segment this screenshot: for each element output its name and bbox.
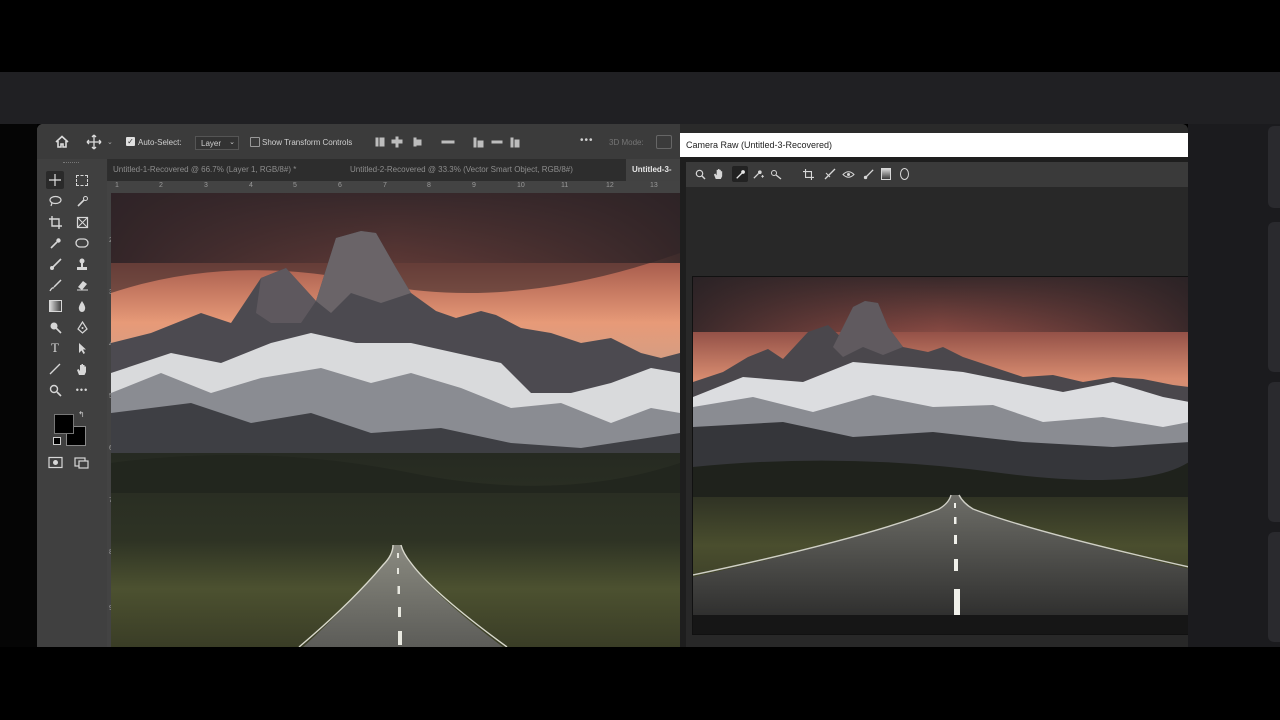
frame-tool-icon[interactable]: [73, 213, 91, 231]
more-options-button[interactable]: •••: [580, 135, 594, 146]
path-selection-tool-icon[interactable]: [73, 339, 91, 357]
lasso-tool-icon[interactable]: [46, 192, 64, 210]
left-backdrop: [0, 124, 37, 647]
move-icon[interactable]: [86, 134, 102, 150]
layer-select[interactable]: Layer ⌄: [195, 136, 239, 150]
camera-raw-title: Camera Raw (Untitled-3-Recovered): [686, 140, 833, 150]
panel-grip[interactable]: [63, 162, 79, 166]
top-band: [0, 72, 1280, 124]
line-tool-icon[interactable]: [46, 360, 64, 378]
side-panel-tab[interactable]: [1268, 222, 1280, 372]
layer-select-value: Layer: [201, 139, 222, 148]
ruler-label: 1: [115, 182, 119, 189]
camera-raw-window: Camera Raw (Untitled-3-Recovered): [680, 124, 1188, 647]
auto-select-label: Auto-Select:: [138, 138, 182, 147]
ruler-label: 12: [606, 182, 614, 189]
quick-selection-tool-icon[interactable]: [73, 192, 91, 210]
side-panel-tab[interactable]: [1268, 532, 1280, 642]
document-canvas-landscape[interactable]: [111, 193, 680, 647]
eraser-tool-icon[interactable]: [73, 276, 91, 294]
radial-filter-icon[interactable]: [896, 166, 912, 182]
options-bar: ⌄ ✓ Auto-Select: Layer ⌄ Show Transform …: [37, 124, 680, 160]
ruler-label: 9: [472, 182, 476, 189]
ruler-label: 8: [427, 182, 431, 189]
zoom-tool-icon[interactable]: [46, 381, 64, 399]
quick-mask-icon[interactable]: [48, 456, 63, 469]
chevron-down-icon: ⌄: [229, 139, 235, 146]
ruler-label: 6: [338, 182, 342, 189]
type-tool-icon[interactable]: T: [46, 339, 64, 357]
eyedropper-icon[interactable]: [732, 166, 748, 182]
screen-mode-icon[interactable]: [74, 456, 89, 469]
document-tab-bar: Untitled-1-Recovered @ 66.7% (Layer 1, R…: [107, 159, 680, 181]
photoshop-window: ⌄ ✓ Auto-Select: Layer ⌄ Show Transform …: [37, 124, 680, 647]
ruler-label: 7: [383, 182, 387, 189]
ruler-label: 5: [293, 182, 297, 189]
red-eye-icon[interactable]: [840, 166, 856, 182]
brush-icon[interactable]: [860, 166, 876, 182]
3d-mode-label: 3D Mode:: [609, 138, 644, 147]
ruler-label: 3: [204, 182, 208, 189]
move-tool-icon[interactable]: [46, 171, 64, 189]
ruler-label: 2: [159, 182, 163, 189]
auto-select-checkbox[interactable]: ✓: [126, 137, 135, 146]
stamp-tool-icon[interactable]: [73, 255, 91, 273]
chevron-down-icon[interactable]: ⌄: [107, 138, 113, 146]
tools-panel: T ••• ↰: [37, 159, 108, 647]
camera-raw-title-bar: Camera Raw (Untitled-3-Recovered): [680, 133, 1188, 157]
side-panel-tab[interactable]: [1268, 126, 1280, 208]
home-icon[interactable]: [53, 133, 71, 151]
crop-tool-icon[interactable]: [46, 213, 64, 231]
window-top-edge: [680, 124, 1188, 133]
straighten-icon[interactable]: [822, 166, 838, 182]
ruler-label: 10: [517, 182, 525, 189]
default-colors-icon[interactable]: [53, 437, 61, 445]
side-panel-tab[interactable]: [1268, 382, 1280, 522]
brush-tool-icon[interactable]: [46, 255, 64, 273]
color-sampler-icon[interactable]: [750, 166, 766, 182]
gradient-tool-icon[interactable]: [46, 297, 64, 315]
eyedropper-tool-icon[interactable]: [46, 234, 64, 252]
zoom-icon[interactable]: [692, 166, 708, 182]
crop-icon[interactable]: [800, 166, 816, 182]
targeted-adjustment-icon[interactable]: [768, 166, 784, 182]
swap-colors-icon[interactable]: ↰: [78, 410, 85, 419]
document-tab[interactable]: Untitled-1-Recovered @ 66.7% (Layer 1, R…: [107, 159, 302, 181]
hand-icon[interactable]: [710, 166, 726, 182]
transform-controls-checkbox[interactable]: [250, 137, 260, 147]
history-brush-tool-icon[interactable]: [46, 276, 64, 294]
ruler-label: 13: [650, 182, 658, 189]
blur-tool-icon[interactable]: [73, 297, 91, 315]
camera-raw-preview-image[interactable]: [692, 276, 1188, 635]
align-buttons: [372, 135, 522, 149]
document-tab-active[interactable]: Untitled-3-: [626, 159, 680, 181]
camera-icon[interactable]: [656, 135, 672, 149]
dodge-tool-icon[interactable]: [46, 318, 64, 336]
show-transform-label: Show Transform Controls: [262, 138, 353, 147]
marquee-tool-icon[interactable]: [73, 171, 91, 189]
right-backdrop: [1188, 124, 1280, 647]
pen-tool-icon[interactable]: [73, 318, 91, 336]
ruler-label: 4: [249, 182, 253, 189]
foreground-color-swatch-top[interactable]: [54, 414, 74, 434]
healing-brush-tool-icon[interactable]: [73, 234, 91, 252]
document-tab[interactable]: Untitled-2-Recovered @ 33.3% (Vector Sma…: [344, 159, 579, 181]
graduated-filter-icon[interactable]: [878, 166, 894, 182]
hand-tool-icon[interactable]: [73, 360, 91, 378]
edit-toolbar-icon[interactable]: •••: [73, 381, 91, 399]
ruler-label: 11: [561, 182, 569, 189]
camera-raw-toolbar: [686, 162, 1188, 187]
